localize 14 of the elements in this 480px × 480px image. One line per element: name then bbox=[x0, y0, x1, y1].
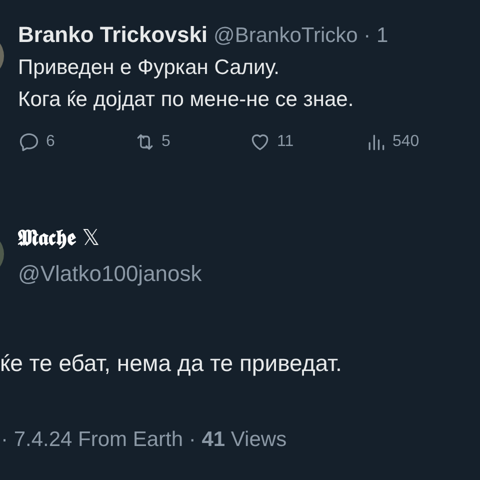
stat-count: 540 bbox=[392, 132, 420, 152]
stat-count: 5 bbox=[162, 132, 170, 152]
tweet-meta: · 7.4.24 From Earth · 41 Views bbox=[1, 427, 288, 453]
author-handle: @BrankoTricko · 1 bbox=[214, 23, 388, 49]
tweet-text: Приведен е Фуркан Салиу. bbox=[18, 54, 280, 80]
stat-count: 6 bbox=[46, 132, 55, 152]
user-handle[interactable]: @Vlatko100janosk bbox=[18, 256, 202, 290]
badge-label: 𝕏 bbox=[82, 224, 100, 252]
reply-text: ќе те ебат, нема да те приведат. bbox=[0, 348, 343, 378]
author-name[interactable]: Branko Trickovski bbox=[18, 18, 208, 51]
tweet-text: Кога ќе дојдат по мене-не се знае. bbox=[18, 86, 355, 112]
stat-count: 11 bbox=[277, 132, 294, 152]
reply-icon[interactable] bbox=[18, 130, 40, 152]
display-name[interactable]: 𝕸𝖆𝖈𝖍𝖊 bbox=[18, 222, 76, 254]
